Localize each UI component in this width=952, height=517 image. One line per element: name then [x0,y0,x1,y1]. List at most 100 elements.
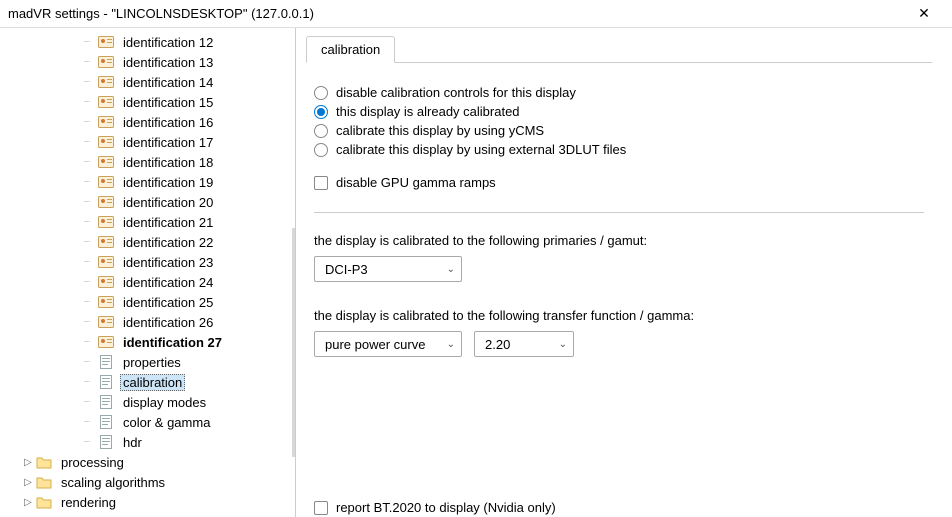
tree-item-identification[interactable]: ┈identification 24 [8,272,295,292]
divider [314,212,924,213]
tree-item-identification[interactable]: ┈identification 14 [8,72,295,92]
tree-item-identification[interactable]: ┈identification 23 [8,252,295,272]
folder-icon [36,475,52,489]
tree-item-identification[interactable]: ┈identification 12 [8,32,295,52]
tree-item-label: hdr [120,435,145,450]
radio-label: calibrate this display by using yCMS [336,123,544,138]
expander-icon[interactable]: ▷ [22,457,34,468]
checkbox-icon [314,176,328,190]
radio-label: this display is already calibrated [336,104,520,119]
tree-item-processing[interactable]: ▷ processing [8,452,295,472]
tree-item-label: identification 23 [120,255,216,270]
tree-item-identification[interactable]: ┈identification 15 [8,92,295,112]
gamma-select[interactable]: 2.20 ⌄ [474,331,574,357]
id-icon [98,75,114,89]
checkbox-disable-gpu-gamma[interactable]: disable GPU gamma ramps [314,175,924,190]
radio-label: calibrate this display by using external… [336,142,626,157]
tree-scrollbar[interactable] [292,228,295,457]
tree-item-identification[interactable]: ┈identification 21 [8,212,295,232]
transfer-select[interactable]: pure power curve ⌄ [314,331,462,357]
primaries-select[interactable]: DCI-P3 ⌄ [314,256,462,282]
tree-item-label: identification 22 [120,235,216,250]
tree-item-color-gamma[interactable]: ┈color & gamma [8,412,295,432]
tree-item-identification[interactable]: ┈identification 26 [8,312,295,332]
tree-item-label: identification 13 [120,55,216,70]
tree-item-identification[interactable]: ┈identification 17 [8,132,295,152]
tree-item-rendering[interactable]: ▷ rendering [8,492,295,512]
title-bar: madVR settings - "LINCOLNSDESKTOP" (127.… [0,0,952,28]
page-icon [98,395,114,409]
tree-item-label: identification 17 [120,135,216,150]
tree-item-label: scaling algorithms [58,475,168,490]
tree-item-identification[interactable]: ┈identification 22 [8,232,295,252]
content-pane: calibration disable calibration controls… [296,28,952,517]
radio-icon [314,86,328,100]
radio-icon [314,124,328,138]
close-button[interactable]: ✕ [904,5,944,22]
expander-icon[interactable]: ▷ [22,497,34,508]
expander-icon[interactable]: ▷ [22,477,34,488]
page-icon [98,375,114,389]
tab-calibration[interactable]: calibration [306,36,395,63]
panel-calibration: disable calibration controls for this di… [306,63,932,357]
tree-item-calibration[interactable]: ┈calibration [8,372,295,392]
tree-item-scaling-algorithms[interactable]: ▷ scaling algorithms [8,472,295,492]
id-icon [98,155,114,169]
transfer-value: pure power curve [325,337,425,352]
chevron-down-icon: ⌄ [447,339,455,350]
id-icon [98,275,114,289]
radio-calibrate-this-display-by-usin[interactable]: calibrate this display by using yCMS [314,123,924,138]
primaries-label: the display is calibrated to the followi… [314,233,924,248]
folder-icon [36,495,52,509]
transfer-label: the display is calibrated to the followi… [314,308,924,323]
id-icon [98,215,114,229]
tree-item-identification[interactable]: ┈identification 16 [8,112,295,132]
id-icon [98,135,114,149]
id-icon [98,295,114,309]
tree-item-label: identification 16 [120,115,216,130]
tree-item-label: rendering [58,495,119,510]
tree-item-label: properties [120,355,184,370]
checkbox-icon [314,501,328,515]
chevron-down-icon: ⌄ [559,339,567,350]
tree-item-identification[interactable]: ┈identification 25 [8,292,295,312]
tab-bar: calibration [306,36,932,63]
id-icon [98,315,114,329]
id-icon [98,235,114,249]
tree-item-display-modes[interactable]: ┈display modes [8,392,295,412]
radio-disable-calibration-controls-f[interactable]: disable calibration controls for this di… [314,85,924,100]
page-icon [98,435,114,449]
radio-icon [314,105,328,119]
id-icon [98,175,114,189]
radio-this-display-is-already-calibr[interactable]: this display is already calibrated [314,104,924,119]
id-icon [98,55,114,69]
tree-item-identification[interactable]: ┈identification 13 [8,52,295,72]
page-icon [98,355,114,369]
checkbox-report-bt2020[interactable]: report BT.2020 to display (Nvidia only) [314,500,556,515]
checkbox-label: report BT.2020 to display (Nvidia only) [336,500,556,515]
id-icon [98,95,114,109]
tree-item-label: identification 21 [120,215,216,230]
id-icon [98,255,114,269]
radio-calibrate-this-display-by-usin[interactable]: calibrate this display by using external… [314,142,924,157]
tree-item-identification[interactable]: ┈identification 20 [8,192,295,212]
page-icon [98,415,114,429]
folder-icon [36,455,52,469]
tree-item-properties[interactable]: ┈properties [8,352,295,372]
tree-item-label: identification 27 [120,335,225,350]
tree-item-label: identification 18 [120,155,216,170]
primaries-value: DCI-P3 [325,262,368,277]
id-icon [98,115,114,129]
tree-item-label: display modes [120,395,209,410]
id-icon [98,335,114,349]
tree-item-identification[interactable]: ┈identification 27 [8,332,295,352]
window-title: madVR settings - "LINCOLNSDESKTOP" (127.… [8,6,904,21]
tree-item-identification[interactable]: ┈identification 18 [8,152,295,172]
chevron-down-icon: ⌄ [447,264,455,275]
tree-item-identification[interactable]: ┈identification 19 [8,172,295,192]
tree-item-label: identification 12 [120,35,216,50]
tree-item-label: color & gamma [120,415,213,430]
tree-item-label: processing [58,455,127,470]
tree-item-hdr[interactable]: ┈hdr [8,432,295,452]
tree-item-label: identification 25 [120,295,216,310]
